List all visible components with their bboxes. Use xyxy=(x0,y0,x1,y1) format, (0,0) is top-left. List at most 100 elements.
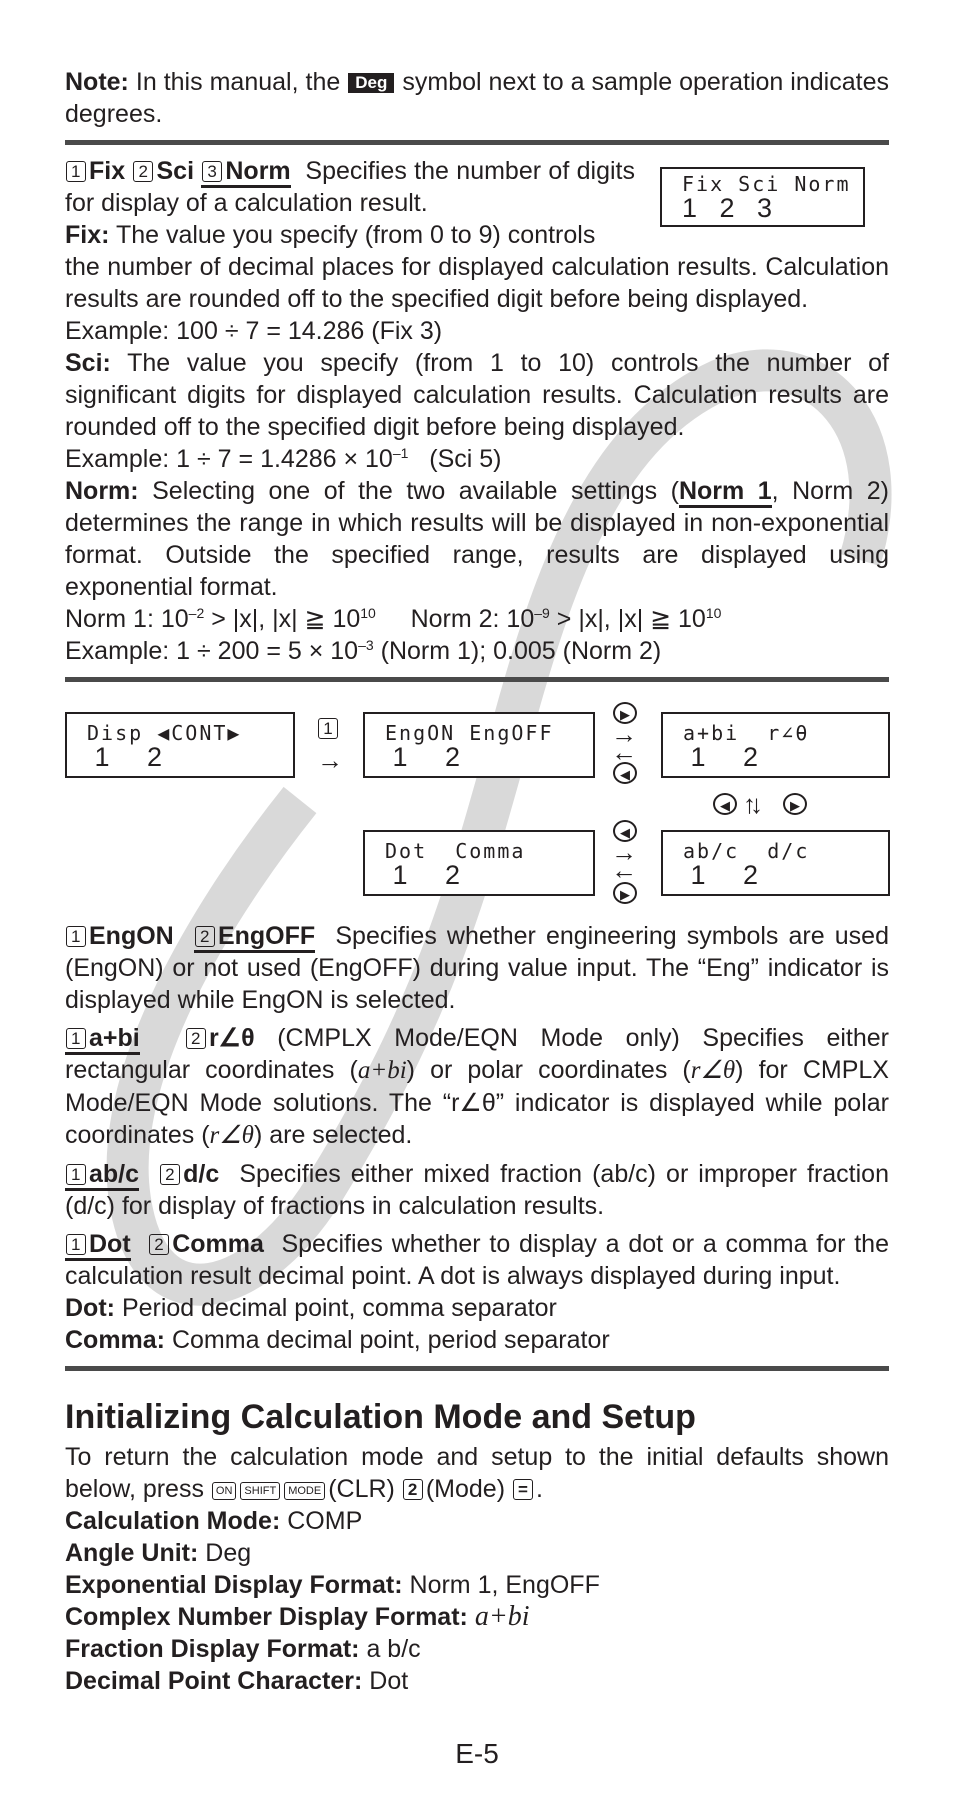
n2-mid: > |x|, |x| ≧ 10 xyxy=(549,605,706,633)
complex-text-d: ) are selected. xyxy=(253,1121,413,1149)
n1-mid: > |x|, |x| ≧ 10 xyxy=(204,605,361,633)
lcd-bottom-line: 1 2 xyxy=(385,742,461,772)
option-fix: Fix xyxy=(89,157,126,185)
option-norm: Norm xyxy=(225,157,291,185)
option-engoff: EngOFF xyxy=(217,922,316,950)
lcd-bottom-line: 1 2 xyxy=(683,860,759,890)
note-label: Note: xyxy=(65,68,129,96)
cursor-left-key-icon: ◀ xyxy=(713,793,737,815)
default-value: a b/c xyxy=(366,1635,421,1663)
norm-description: Norm: Selecting one of the two available… xyxy=(65,475,889,603)
default-item: Calculation Mode: COMP xyxy=(65,1505,889,1537)
lcd-top-line: Disp ◀CONT▶ xyxy=(87,721,242,745)
option-abi-default: 1 a+bi xyxy=(65,1024,140,1055)
lcd-bottom-line: 1 2 3 xyxy=(682,193,773,223)
option-abc: ab/c xyxy=(89,1160,140,1188)
n1-exp2: 10 xyxy=(360,605,376,621)
complex-abi: a+bi xyxy=(357,1057,407,1084)
n2-exp: –9 xyxy=(534,605,550,621)
lcd-fraction: ab/c d/c 1 2 xyxy=(661,830,890,896)
complex-text-b: ) or polar coordinates ( xyxy=(406,1056,691,1084)
deg-badge: Deg xyxy=(348,73,395,93)
key-1: 1 xyxy=(66,1028,86,1049)
default-value: Deg xyxy=(205,1539,252,1567)
default-label: Angle Unit: xyxy=(65,1539,199,1567)
n2-exp2: 10 xyxy=(705,605,722,621)
norm-default: Norm 1 xyxy=(678,477,772,508)
default-label: Fraction Display Format: xyxy=(65,1635,360,1663)
lcd-bottom-line: 1 2 xyxy=(87,742,163,772)
section-divider xyxy=(65,140,889,145)
key-2: 2 xyxy=(133,161,154,182)
option-sci: Sci xyxy=(156,157,195,185)
key-1: 1 xyxy=(66,926,86,947)
option-engon: EngON xyxy=(89,922,174,950)
equals-key: = xyxy=(512,1479,533,1500)
default-label: Exponential Display Format: xyxy=(65,1571,403,1599)
clr-label: (CLR) xyxy=(328,1475,395,1503)
option-polar: r∠θ xyxy=(208,1024,255,1052)
on-key: ON xyxy=(211,1482,237,1500)
option-abi: a+bi xyxy=(89,1024,140,1052)
arrow-left-icon: ← xyxy=(611,737,637,767)
default-label: Complex Number Display Format: xyxy=(65,1603,468,1631)
default-item: Complex Number Display Format: a+bi xyxy=(65,1601,889,1633)
fix-example: Example: 100 ÷ 7 = 14.286 (Fix 3) xyxy=(65,317,443,345)
setup-navigation-diagram: Disp ◀CONT▶ 1 2 1 → EngON EngOFF 1 2 ▶ →… xyxy=(65,702,890,912)
default-value: Dot xyxy=(369,1667,409,1695)
dot-meaning: Dot: Period decimal point, comma separat… xyxy=(65,1292,889,1324)
lcd-eng: EngON EngOFF 1 2 xyxy=(363,712,595,778)
mode-label: (Mode) xyxy=(425,1475,506,1503)
lcd-dot-comma: Dot Comma 1 2 xyxy=(363,830,595,896)
fraction-description: 1 ab/c 2 d/c Specifies either mixed fracti… xyxy=(65,1158,889,1222)
section-divider xyxy=(65,1366,889,1371)
key-1: 1 xyxy=(318,718,338,739)
cursor-right-key-icon: ▶ xyxy=(783,793,807,815)
fix-label: Fix: xyxy=(65,221,110,249)
manual-page: Note: In this manual, the Deg symbol next … xyxy=(65,66,890,1697)
fix-text-a: The value you specify (from 0 to 9) cont… xyxy=(115,221,596,249)
fix-sci-norm-section: Fix Sci Norm 1 2 3 1 Fix 2 Sci 3 Norm Speci… xyxy=(65,155,889,667)
note-text: In this manual, the xyxy=(135,68,341,96)
norm-text-a: Selecting one of the two available setti… xyxy=(152,477,679,505)
default-item: Fraction Display Format: a b/c xyxy=(65,1633,889,1665)
lcd-top-line: ab/c d/c xyxy=(683,839,810,863)
arrow-updown-icon: ↑↓ xyxy=(743,789,763,819)
init-instructions: To return the calculation mode and setup… xyxy=(65,1441,889,1505)
norm-example-text: Example: 1 ÷ 200 = 5 × 10 xyxy=(65,637,359,665)
lcd-disp-cont: Disp ◀CONT▶ 1 2 xyxy=(65,712,295,778)
key-2: 2 xyxy=(160,1164,181,1185)
section-divider xyxy=(65,677,889,682)
key-2: 2 xyxy=(402,1479,423,1500)
sci-example-exp: –1 xyxy=(392,445,409,461)
shift-key: SHIFT xyxy=(240,1482,281,1500)
comma-label: Comma: xyxy=(65,1326,166,1354)
lcd-bottom-line: 1 2 xyxy=(683,742,759,772)
default-value: a+bi xyxy=(474,1601,530,1632)
eng-description: 1 EngON 2 EngOFF Specifies whether enginee… xyxy=(65,920,889,1016)
mode-key: MODE xyxy=(284,1482,326,1500)
default-item: Angle Unit: Deg xyxy=(65,1537,889,1569)
fsn-intro: 1 Fix 2 Sci 3 Norm Specifies the number of … xyxy=(65,155,635,219)
cursor-left-key-icon: ◀ xyxy=(613,762,637,784)
key-2: 2 xyxy=(194,926,215,947)
norm-label: Norm: xyxy=(65,477,139,505)
default-value: Norm 1, EngOFF xyxy=(409,1571,600,1599)
key-1: 1 xyxy=(66,1164,86,1185)
fix-description-a: Fix: The value you specify (from 0 to 9)… xyxy=(65,219,635,251)
key-1: 1 xyxy=(66,161,86,182)
sci-text: The value you specify (from 1 to 10) con… xyxy=(65,349,889,441)
comma-meaning-text: Comma decimal point, period separator xyxy=(171,1326,610,1354)
n2-prefix: Norm 2: 10 xyxy=(410,605,535,633)
fix-description-b: the number of decimal places for display… xyxy=(65,253,889,313)
note-paragraph: Note: In this manual, the Deg symbol next … xyxy=(65,66,889,130)
complex-polar: r∠θ xyxy=(690,1057,736,1084)
complex-description: 1 a+bi 2 r∠θ (CMPLX Mode/EQN Mode only) Sp… xyxy=(65,1022,889,1152)
default-item: Exponential Display Format: Norm 1, EngO… xyxy=(65,1569,889,1601)
default-label: Decimal Point Character: xyxy=(65,1667,363,1695)
norm-example-suffix: (Norm 1); 0.005 (Norm 2) xyxy=(373,637,662,665)
section-heading: Initializing Calculation Mode and Setup xyxy=(65,1398,696,1436)
complex-polar-2: r∠θ xyxy=(209,1122,254,1149)
sci-label: Sci: xyxy=(65,349,111,377)
dot-meaning-text: Period decimal point, comma separator xyxy=(121,1294,557,1322)
